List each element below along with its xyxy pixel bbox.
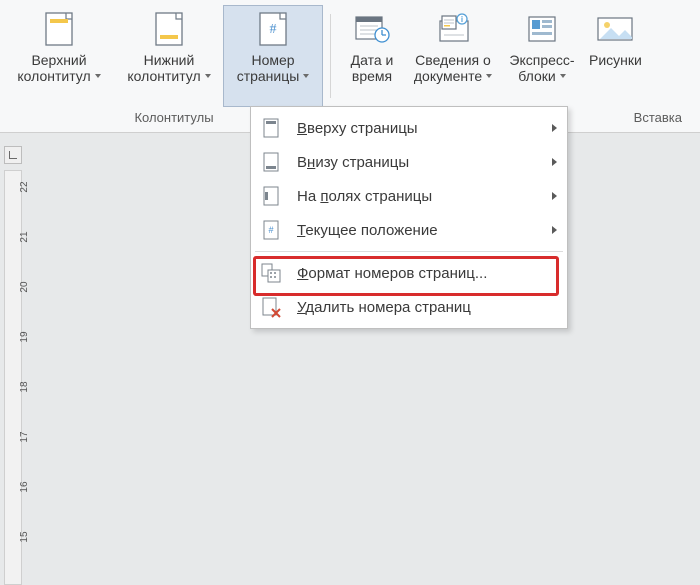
page-number-icon: # <box>258 8 288 50</box>
group-headers-footers: Верхний колонтитул Нижний колонтит <box>0 6 326 106</box>
remove-page-numbers-icon <box>259 295 283 319</box>
page-number-label-l1: Номер <box>251 52 294 68</box>
ruler-tick: 16 <box>19 478 30 496</box>
quick-parts-label-l1: Экспресс- <box>509 52 574 68</box>
menu-top-of-page[interactable]: Вверху страницы Вверху страницы <box>251 111 567 145</box>
document-info-label-l1: Сведения о <box>415 52 491 68</box>
menu-label: Текущее положение <box>297 222 546 239</box>
submenu-arrow-icon <box>552 226 557 234</box>
bottom-of-page-icon <box>259 150 283 174</box>
page-number-menu: Вверху страницы Вверху страницы Внизу ст… <box>250 106 568 329</box>
ruler-tick: 19 <box>19 328 30 346</box>
pictures-label-l1: Рисунки <box>589 52 642 68</box>
date-time-label-l1: Дата и <box>351 52 394 68</box>
chevron-down-icon <box>303 74 309 78</box>
menu-label: Вверху страницы <box>297 120 546 137</box>
menu-current-position[interactable]: # Текущее положение <box>251 213 567 247</box>
document-info-icon: i <box>434 8 472 50</box>
quick-parts-label-l2: блоки <box>518 68 555 84</box>
menu-label: Удалить номера страниц <box>297 299 557 316</box>
menu-label: Формат номеров страниц... <box>297 265 557 282</box>
menu-remove-page-numbers[interactable]: Удалить номера страниц <box>251 290 567 324</box>
header-icon <box>44 8 74 50</box>
quick-parts-icon <box>525 8 559 50</box>
menu-separator <box>255 251 563 252</box>
page-number-label-l2: страницы <box>237 68 300 84</box>
svg-text:#: # <box>268 225 273 235</box>
pictures-icon <box>595 8 635 50</box>
header-label-l1: Верхний <box>31 52 86 68</box>
chevron-down-icon <box>205 74 211 78</box>
menu-format-page-numbers[interactable]: Формат номеров страниц... <box>251 256 567 290</box>
ruler-tick: 22 <box>19 178 30 196</box>
submenu-arrow-icon <box>552 158 557 166</box>
svg-text:i: i <box>461 15 463 24</box>
footer-icon <box>154 8 184 50</box>
document-info-button[interactable]: i Сведения о документе <box>405 6 501 106</box>
format-page-numbers-icon <box>259 261 283 285</box>
menu-page-margins[interactable]: На полях страницы <box>251 179 567 213</box>
page-number-button[interactable]: # Номер страницы <box>224 6 322 106</box>
group-divider <box>330 14 331 98</box>
menu-bottom-of-page[interactable]: Внизу страницы <box>251 145 567 179</box>
ruler-tick: 18 <box>19 378 30 396</box>
top-of-page-icon <box>259 116 283 140</box>
group-insert: Дата и время <box>335 6 652 106</box>
ruler-corner <box>4 146 22 164</box>
page-margins-icon <box>259 184 283 208</box>
footer-label-l1: Нижний <box>144 52 195 68</box>
chevron-down-icon <box>560 74 566 78</box>
header-label-l2: колонтитул <box>17 68 90 84</box>
quick-parts-button[interactable]: Экспресс- блоки <box>501 6 583 106</box>
svg-text:#: # <box>270 22 277 37</box>
footer-button[interactable]: Нижний колонтитул <box>114 6 224 106</box>
ruler-tick: 17 <box>19 428 30 446</box>
ruler-tick: 21 <box>19 228 30 246</box>
date-time-label-l2: время <box>352 68 392 84</box>
chevron-down-icon <box>486 74 492 78</box>
current-position-icon: # <box>259 218 283 242</box>
document-info-label-l2: документе <box>414 68 482 84</box>
submenu-arrow-icon <box>552 124 557 132</box>
menu-label: На полях страницы <box>297 188 546 205</box>
ruler-tick: 15 <box>19 528 30 546</box>
ruler-tick: 20 <box>19 278 30 296</box>
vertical-ruler[interactable]: 22 21 20 19 18 17 16 15 <box>4 170 22 585</box>
menu-label: Внизу страницы <box>297 154 546 171</box>
submenu-arrow-icon <box>552 192 557 200</box>
header-button[interactable]: Верхний колонтитул <box>4 6 114 106</box>
chevron-down-icon <box>95 74 101 78</box>
pictures-button[interactable]: Рисунки <box>583 6 648 106</box>
ribbon-buttons-row: Верхний колонтитул Нижний колонтит <box>0 0 700 106</box>
footer-label-l2: колонтитул <box>127 68 200 84</box>
date-time-button[interactable]: Дата и время <box>339 6 405 106</box>
date-time-icon <box>353 8 391 50</box>
